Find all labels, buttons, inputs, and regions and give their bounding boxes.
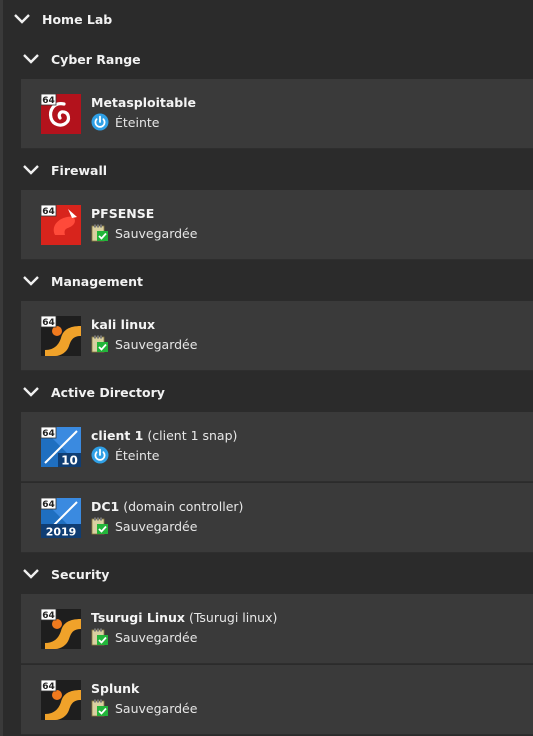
vm-row-metasploitable[interactable]: 64 Metasploitable Éteinte xyxy=(21,79,533,149)
group-label: Home Lab xyxy=(42,11,113,27)
vm-state-text: Sauvegardée xyxy=(115,518,198,534)
svg-text:2019: 2019 xyxy=(46,526,77,539)
vm-state-text: Sauvegardée xyxy=(115,336,198,352)
windows-server-2019-icon: 2019 64 xyxy=(41,498,81,538)
vm-row-client-1[interactable]: 10 64 client 1 (client 1 snap) Éteinte xyxy=(21,412,533,482)
vm-state: Sauvegardée xyxy=(91,335,197,353)
vm-name-text: Tsurugi Linux xyxy=(91,610,185,625)
vm-description: (Tsurugi linux) xyxy=(188,610,278,625)
group-label: Firewall xyxy=(51,162,108,178)
group-header-security[interactable]: Security xyxy=(21,559,109,589)
svg-text:64: 64 xyxy=(42,207,55,217)
saved-state-icon xyxy=(91,628,109,646)
chevron-down-icon[interactable] xyxy=(21,163,41,177)
vm-description: (client 1 snap) xyxy=(147,428,238,443)
svg-text:10: 10 xyxy=(61,454,78,468)
svg-text:64: 64 xyxy=(42,500,55,510)
saved-state-icon xyxy=(91,224,109,242)
power-icon xyxy=(91,446,109,464)
saved-state-icon xyxy=(91,335,109,353)
linux-icon: 64 xyxy=(41,316,81,356)
vm-state: Sauvegardée xyxy=(91,517,197,535)
vm-name: client 1 (client 1 snap) xyxy=(91,428,237,443)
group-header-home-lab[interactable]: Home Lab xyxy=(12,4,112,34)
vm-name: kali linux xyxy=(91,317,155,332)
group-header-cyber-range[interactable]: Cyber Range xyxy=(21,44,141,74)
svg-text:64: 64 xyxy=(42,318,55,328)
vm-row-splunk[interactable]: 64 Splunk Sauvegardée xyxy=(21,665,533,735)
vm-state: Sauvegardée xyxy=(91,628,197,646)
vm-state: Éteinte xyxy=(91,446,159,464)
vm-name-text: DC1 xyxy=(91,499,120,514)
tree-rail xyxy=(0,0,3,736)
saved-state-icon xyxy=(91,699,109,717)
vm-state: Sauvegardée xyxy=(91,699,197,717)
vm-name: PFSENSE xyxy=(91,206,154,221)
vm-name-text: Splunk xyxy=(91,681,140,696)
vm-state-text: Sauvegardée xyxy=(115,225,198,241)
vm-row-tsurugi-linux[interactable]: 64 Tsurugi Linux (Tsurugi linux) Sauvegar… xyxy=(21,594,533,664)
power-icon xyxy=(91,113,109,131)
svg-text:64: 64 xyxy=(42,429,55,439)
group-label: Management xyxy=(51,273,144,289)
svg-text:64: 64 xyxy=(42,96,55,106)
group-header-management[interactable]: Management xyxy=(21,266,143,296)
vm-name: Tsurugi Linux (Tsurugi linux) xyxy=(91,610,277,625)
group-label: Security xyxy=(51,566,110,582)
vm-name-text: PFSENSE xyxy=(91,206,155,221)
debian-icon: 64 xyxy=(41,94,81,134)
chevron-down-icon[interactable] xyxy=(21,385,41,399)
svg-text:64: 64 xyxy=(42,611,55,621)
vm-state: Éteinte xyxy=(91,113,159,131)
vm-name-text: client 1 xyxy=(91,428,144,443)
vm-name: Splunk xyxy=(91,681,139,696)
vm-state-text: Éteinte xyxy=(115,447,160,463)
chevron-down-icon[interactable] xyxy=(12,12,32,26)
vm-state: Sauvegardée xyxy=(91,224,197,242)
vm-row-kali-linux[interactable]: 64 kali linux Sauvegardée xyxy=(21,301,533,371)
chevron-down-icon[interactable] xyxy=(21,52,41,66)
freebsd-icon: 64 xyxy=(41,205,81,245)
vm-list-panel: Home Lab Cyber Range 64 Metasploitable É… xyxy=(0,0,533,736)
vm-description: (domain controller) xyxy=(123,499,244,514)
linux-icon: 64 xyxy=(41,609,81,649)
vm-state-text: Sauvegardée xyxy=(115,629,198,645)
linux-icon: 64 xyxy=(41,680,81,720)
windows-10-icon: 10 64 xyxy=(41,427,81,467)
vm-name: DC1 (domain controller) xyxy=(91,499,243,514)
vm-state-text: Éteinte xyxy=(115,114,160,130)
saved-state-icon xyxy=(91,517,109,535)
group-label: Cyber Range xyxy=(51,51,141,67)
chevron-down-icon[interactable] xyxy=(21,567,41,581)
svg-text:64: 64 xyxy=(42,682,55,692)
vm-name-text: kali linux xyxy=(91,317,156,332)
vm-name-text: Metasploitable xyxy=(91,95,196,110)
group-header-firewall[interactable]: Firewall xyxy=(21,155,107,185)
group-label: Active Directory xyxy=(51,384,165,400)
vm-name: Metasploitable xyxy=(91,95,196,110)
vm-row-pfsense[interactable]: 64 PFSENSE Sauvegardée xyxy=(21,190,533,260)
vm-row-dc1[interactable]: 2019 64 DC1 (domain controller) Sauvegard… xyxy=(21,483,533,553)
chevron-down-icon[interactable] xyxy=(21,274,41,288)
group-header-active-directory[interactable]: Active Directory xyxy=(21,377,165,407)
vm-state-text: Sauvegardée xyxy=(115,700,198,716)
